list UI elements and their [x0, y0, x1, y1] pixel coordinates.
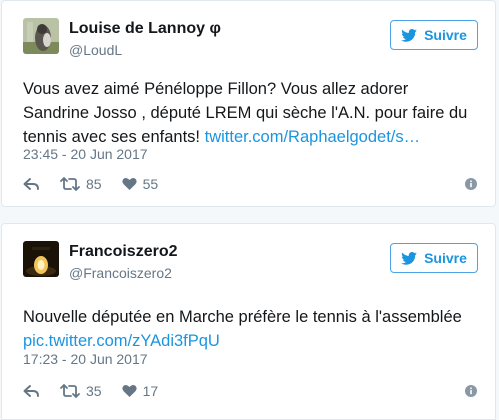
- tweet-card: Louise de Lannoy φ @LoudL Suivre Vous av…: [1, 0, 496, 207]
- retweet-button[interactable]: 35: [60, 383, 102, 399]
- tweet-text: Nouvelle députée en Marche préfère le te…: [23, 305, 477, 353]
- twitter-bird-icon: [401, 251, 417, 265]
- tweet-date[interactable]: 23:45 - 20 Jun 2017: [23, 146, 148, 162]
- author-handle[interactable]: @Francoiszero2: [69, 265, 172, 281]
- like-count: 17: [142, 383, 159, 399]
- retweet-count: 85: [86, 176, 102, 192]
- follow-label: Suivre: [424, 250, 467, 266]
- like-button[interactable]: 17: [121, 383, 159, 399]
- follow-button[interactable]: Suivre: [390, 20, 478, 50]
- author-handle[interactable]: @LoudL: [69, 42, 122, 58]
- reply-icon: [23, 384, 40, 398]
- like-count: 55: [142, 176, 159, 192]
- tweet-actions: 85 55: [23, 174, 477, 194]
- like-button[interactable]: 55: [121, 176, 159, 192]
- follow-button[interactable]: Suivre: [390, 243, 478, 273]
- tweet-date[interactable]: 17:23 - 20 Jun 2017: [23, 351, 148, 367]
- avatar[interactable]: [23, 241, 59, 277]
- tweet-text: Vous avez aimé Pénéloppe Fillon? Vous al…: [23, 77, 477, 149]
- retweet-icon: [60, 177, 80, 191]
- info-icon[interactable]: [465, 384, 477, 400]
- retweet-count: 35: [86, 383, 102, 399]
- retweet-icon: [60, 384, 80, 398]
- tweet-link[interactable]: twitter.com/Raphaelgodet/s…: [205, 128, 421, 146]
- author-name[interactable]: Francoiszero2: [69, 243, 177, 261]
- info-icon[interactable]: [465, 177, 477, 193]
- heart-icon: [121, 384, 137, 398]
- follow-label: Suivre: [424, 27, 467, 43]
- author-name[interactable]: Louise de Lannoy φ: [69, 20, 221, 38]
- tweet-card: Francoiszero2 @Francoiszero2 Suivre Nouv…: [1, 223, 496, 420]
- tweet-body: Nouvelle députée en Marche préfère le te…: [23, 308, 462, 326]
- reply-button[interactable]: [23, 384, 40, 398]
- tweet-link[interactable]: pic.twitter.com/zYAdi3fPqU: [23, 332, 220, 350]
- reply-icon: [23, 177, 40, 191]
- reply-button[interactable]: [23, 177, 40, 191]
- retweet-button[interactable]: 85: [60, 176, 102, 192]
- heart-icon: [121, 177, 137, 191]
- avatar[interactable]: [23, 18, 59, 54]
- twitter-bird-icon: [401, 28, 417, 42]
- tweet-actions: 35 17: [23, 381, 477, 401]
